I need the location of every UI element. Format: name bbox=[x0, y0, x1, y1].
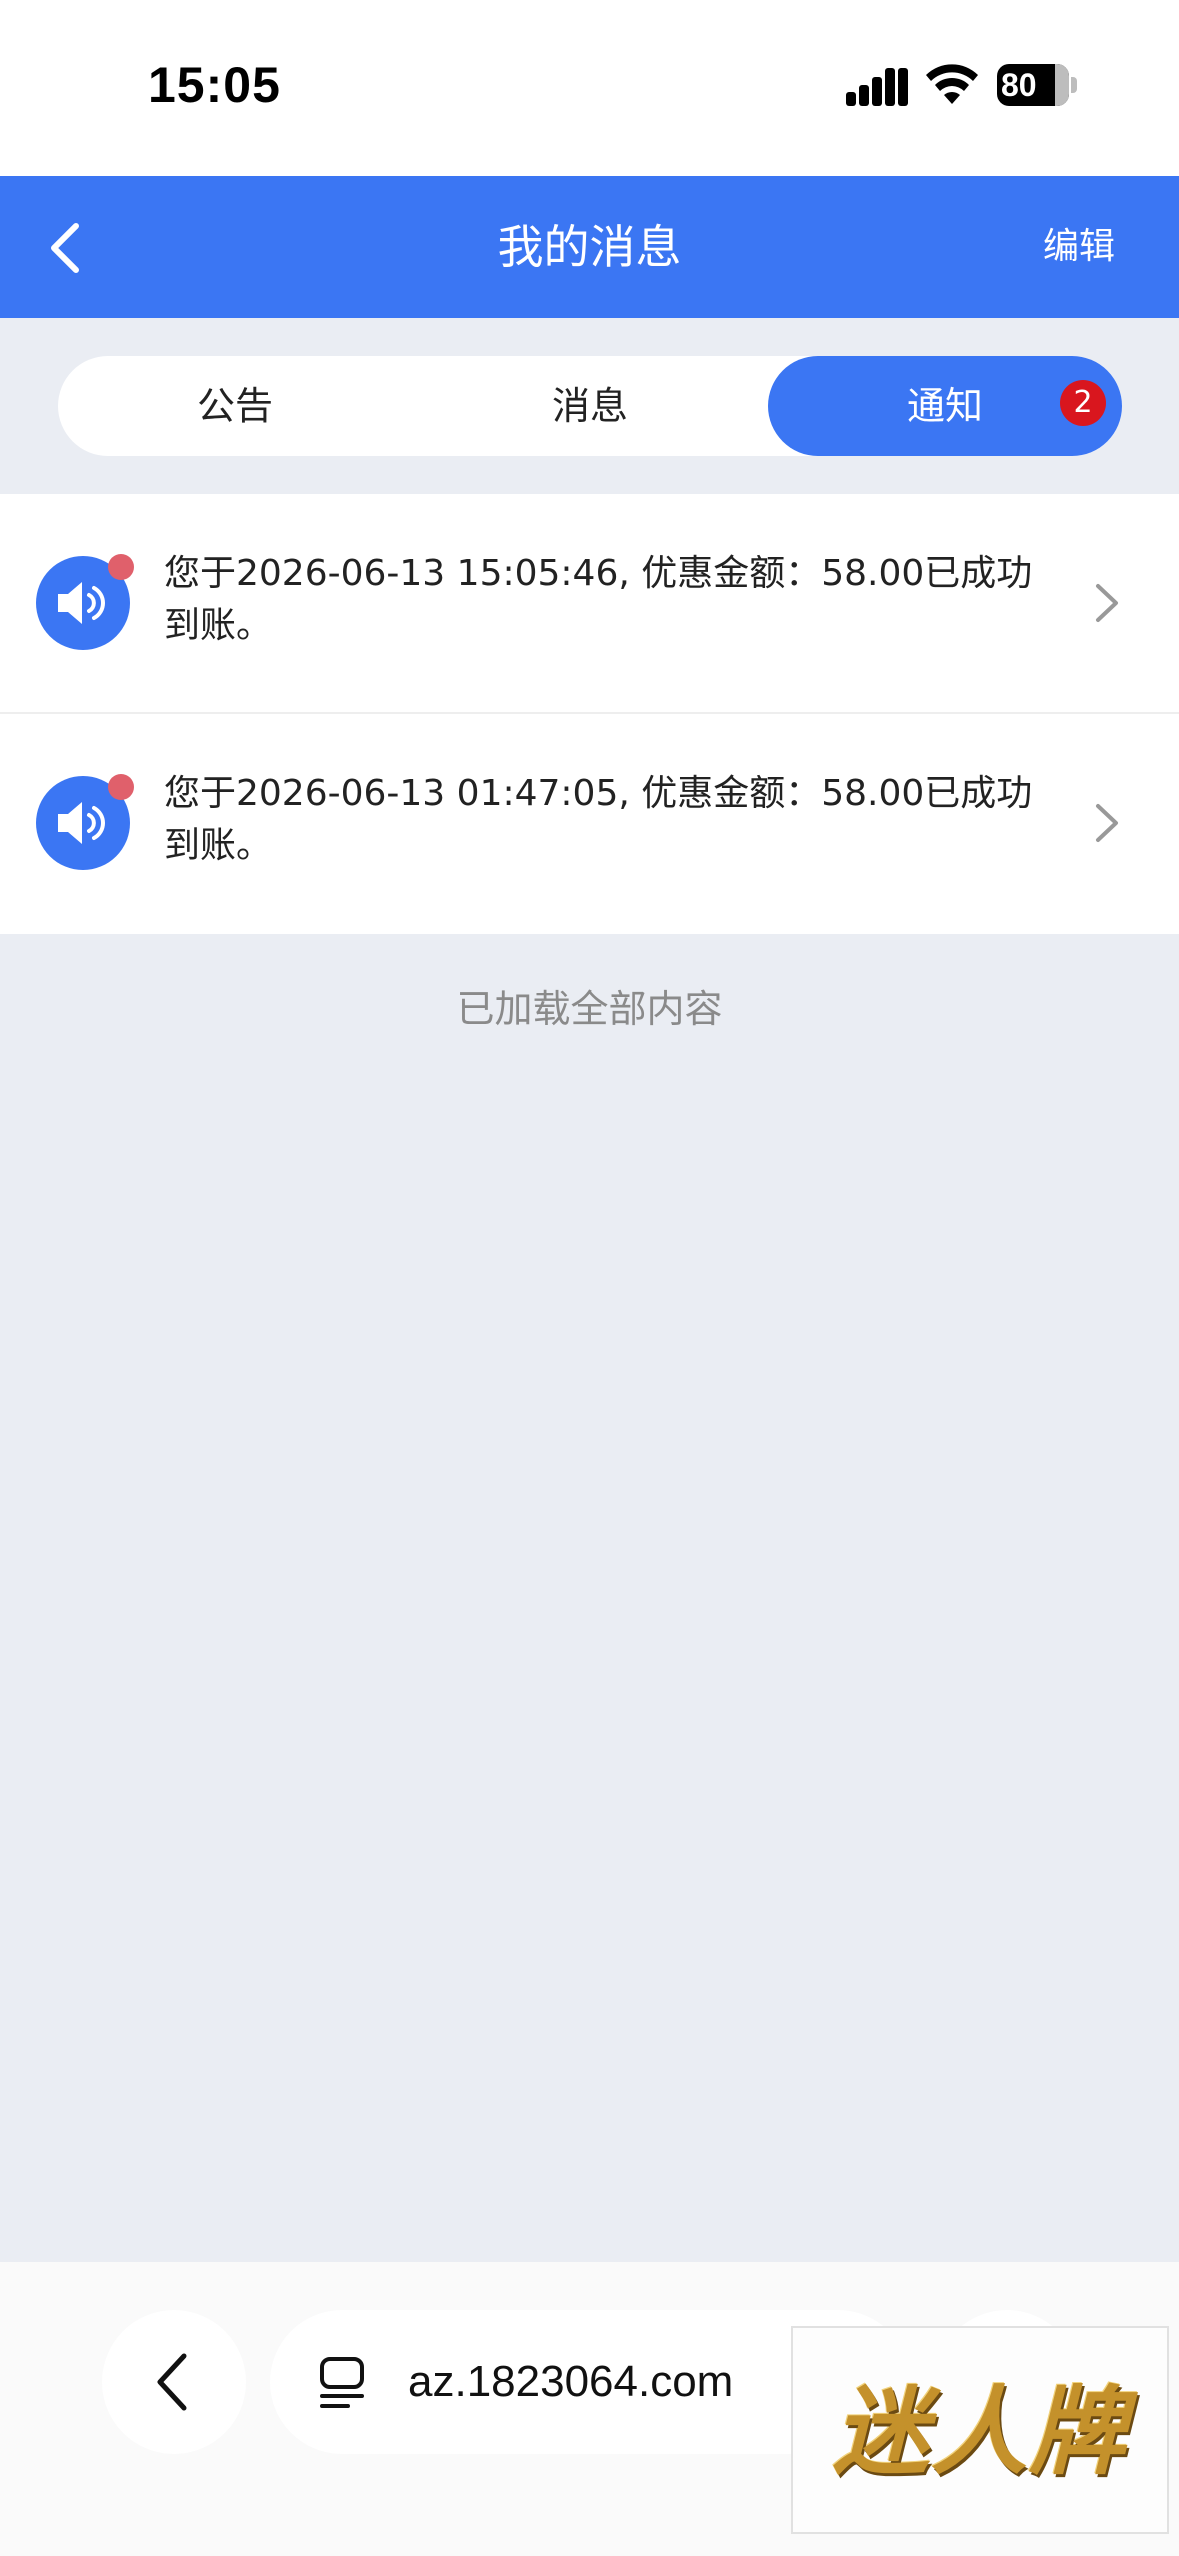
list-item[interactable]: 您于2026-06-13 15:05:46, 优惠金额：58.00已成功到账。 bbox=[0, 494, 1179, 714]
list-item[interactable]: 您于2026-06-13 01:47:05, 优惠金额：58.00已成功到账。 bbox=[0, 714, 1179, 934]
status-bar: 15:05 80 bbox=[0, 0, 1179, 176]
page-title: 我的消息 bbox=[497, 220, 682, 274]
notification-text: 您于2026-06-13 01:47:05, 优惠金额：58.00已成功到账。 bbox=[164, 773, 1033, 866]
notification-count-badge: 2 bbox=[1060, 380, 1106, 426]
notification-text: 您于2026-06-13 15:05:46, 优惠金额：58.00已成功到账。 bbox=[164, 553, 1033, 646]
notification-list: 您于2026-06-13 15:05:46, 优惠金额：58.00已成功到账。 … bbox=[0, 494, 1179, 934]
tab-announcements[interactable]: 公告 bbox=[58, 356, 412, 456]
list-end-text: 已加载全部内容 bbox=[456, 987, 723, 1031]
url-text: az.1823064.com bbox=[408, 2357, 734, 2406]
tab-notifications-label: 通知 bbox=[906, 384, 983, 428]
battery-icon: 80 bbox=[997, 64, 1077, 106]
tabs-icon bbox=[320, 2357, 364, 2408]
tab-notifications[interactable]: 通知 2 bbox=[768, 356, 1122, 456]
tab-messages[interactable]: 消息 bbox=[413, 356, 767, 456]
cellular-signal-icon bbox=[846, 68, 908, 106]
watermark-text: 迷人牌 bbox=[833, 2375, 1127, 2488]
unread-dot bbox=[108, 774, 134, 800]
segment-tabs: 公告 消息 通知 2 bbox=[58, 356, 1122, 456]
chevron-right-icon bbox=[1096, 804, 1118, 842]
back-chevron-icon[interactable] bbox=[40, 218, 96, 278]
battery-level-text: 80 bbox=[1001, 67, 1037, 103]
unread-dot bbox=[108, 554, 134, 580]
back-chevron-icon bbox=[157, 2353, 187, 2411]
edit-button[interactable]: 编辑 bbox=[1043, 176, 1115, 318]
nav-bar: 我的消息 编辑 bbox=[0, 176, 1179, 318]
chevron-right-icon bbox=[1096, 584, 1118, 622]
browser-back-button[interactable] bbox=[102, 2310, 246, 2454]
watermark-logo: 迷人牌 bbox=[791, 2326, 1169, 2534]
status-time: 15:05 bbox=[148, 57, 281, 113]
wifi-icon bbox=[926, 64, 978, 104]
